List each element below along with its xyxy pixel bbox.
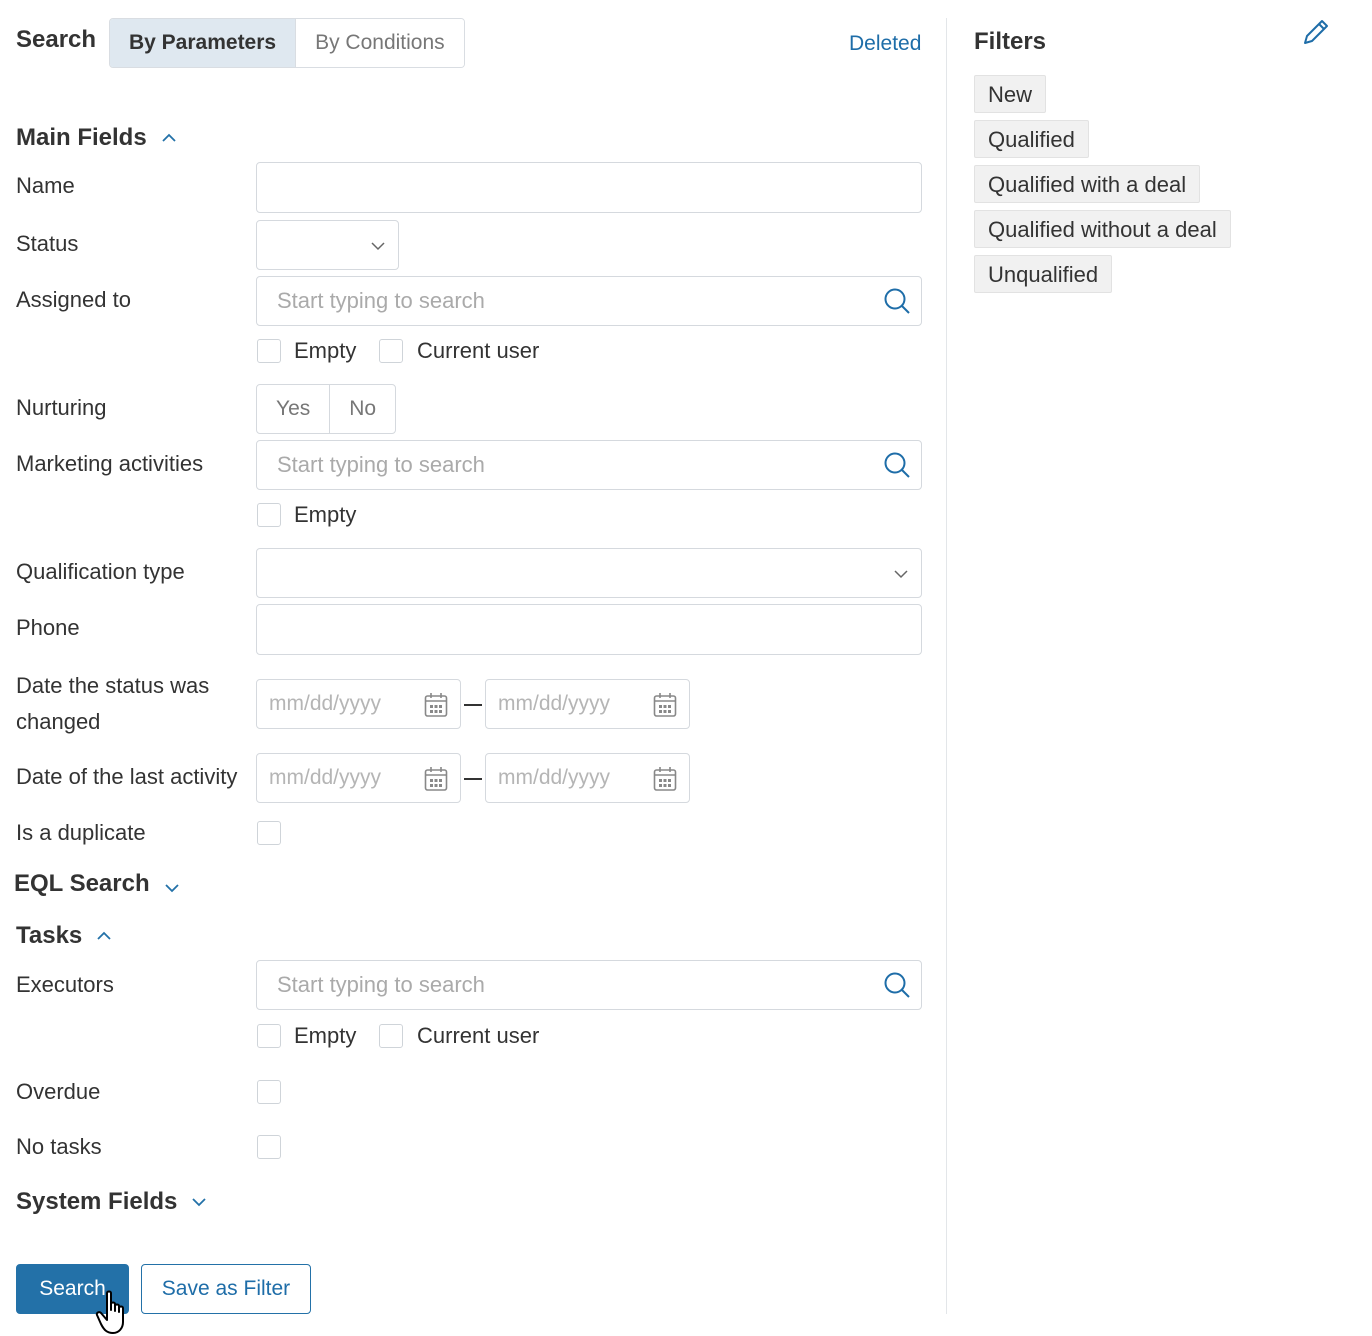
date-range-separator <box>464 778 482 780</box>
filter-tag[interactable]: Qualified without a deal <box>974 210 1231 248</box>
calendar-icon[interactable] <box>653 692 677 718</box>
marketing-activities-label: Marketing activities <box>16 451 204 476</box>
is-duplicate-checkbox[interactable] <box>257 821 281 845</box>
filter-tag[interactable]: Qualified <box>974 120 1089 158</box>
marketing-activities-empty-checkbox[interactable] <box>257 503 281 527</box>
date-placeholder: mm/dd/yyyy <box>498 692 611 715</box>
chevron-up-icon <box>97 931 111 940</box>
nurturing-no-option[interactable]: No <box>329 385 395 433</box>
executors-input[interactable]: Start typing to search <box>256 960 922 1010</box>
is-duplicate-label: Is a duplicate <box>16 820 146 845</box>
chevron-down-icon <box>192 1198 207 1207</box>
executors-current-user-label: Current user <box>417 1023 540 1048</box>
deleted-link[interactable]: Deleted <box>849 32 921 56</box>
nurturing-label: Nurturing <box>16 395 107 420</box>
section-main-fields[interactable]: Main Fields <box>16 124 177 152</box>
section-title: Main Fields <box>16 124 147 151</box>
date-status-changed-to[interactable]: mm/dd/yyyy <box>485 679 690 729</box>
chevron-down-icon <box>164 884 179 893</box>
pencil-icon[interactable] <box>1301 17 1331 47</box>
assigned-to-input[interactable]: Start typing to search <box>256 276 922 326</box>
assigned-to-empty-checkbox[interactable] <box>257 339 281 363</box>
overdue-checkbox[interactable] <box>257 1080 281 1104</box>
date-last-activity-to[interactable]: mm/dd/yyyy <box>485 753 690 803</box>
status-label: Status <box>16 231 79 256</box>
panel-divider <box>946 18 947 1314</box>
name-label: Name <box>16 173 75 198</box>
date-status-changed-label-line2: changed <box>16 709 101 734</box>
assigned-to-current-user-checkbox[interactable] <box>379 339 403 363</box>
assigned-to-label: Assigned to <box>16 287 131 312</box>
name-input[interactable] <box>256 162 922 213</box>
executors-current-user-checkbox[interactable] <box>379 1024 403 1048</box>
date-status-changed-from[interactable]: mm/dd/yyyy <box>256 679 461 729</box>
page-title: Search <box>16 26 97 53</box>
section-title: System Fields <box>16 1188 178 1215</box>
search-mode-tabs: By Parameters By Conditions <box>109 18 465 68</box>
tab-by-conditions[interactable]: By Conditions <box>296 19 464 67</box>
hand-cursor-icon <box>95 1290 124 1334</box>
date-last-activity-from[interactable]: mm/dd/yyyy <box>256 753 461 803</box>
phone-label: Phone <box>16 615 80 640</box>
overdue-label: Overdue <box>16 1079 101 1104</box>
date-placeholder: mm/dd/yyyy <box>269 766 382 789</box>
chevron-down-icon <box>371 242 385 251</box>
no-tasks-checkbox[interactable] <box>257 1135 281 1159</box>
date-status-changed-label-line1: Date the status was <box>16 673 210 698</box>
qualification-type-select[interactable] <box>256 548 922 598</box>
date-placeholder: mm/dd/yyyy <box>498 766 611 789</box>
search-icon[interactable] <box>883 287 911 315</box>
marketing-activities-empty-label: Empty <box>294 502 357 527</box>
executors-empty-label: Empty <box>294 1023 357 1048</box>
status-select[interactable] <box>256 220 399 270</box>
filter-tag[interactable]: New <box>974 75 1047 113</box>
filters-title: Filters <box>974 28 1047 55</box>
section-title: Tasks <box>16 922 83 949</box>
save-as-filter-button[interactable]: Save as Filter <box>141 1264 311 1314</box>
marketing-activities-placeholder: Start typing to search <box>277 452 485 477</box>
assigned-to-placeholder: Start typing to search <box>277 288 485 313</box>
nurturing-yes-option[interactable]: Yes <box>257 385 329 433</box>
search-icon[interactable] <box>883 971 911 999</box>
executors-empty-checkbox[interactable] <box>257 1024 281 1048</box>
date-range-separator <box>464 704 482 706</box>
section-eql-search[interactable]: EQL Search <box>14 870 180 898</box>
assigned-to-current-user-label: Current user <box>417 338 540 363</box>
section-system-fields[interactable]: System Fields <box>16 1188 207 1216</box>
calendar-icon[interactable] <box>653 766 677 792</box>
section-title: EQL Search <box>14 870 150 897</box>
calendar-icon[interactable] <box>424 766 448 792</box>
filter-tag[interactable]: Qualified with a deal <box>974 165 1201 203</box>
executors-label: Executors <box>16 972 114 997</box>
phone-input[interactable] <box>256 604 922 655</box>
tab-by-parameters[interactable]: By Parameters <box>110 19 297 67</box>
date-placeholder: mm/dd/yyyy <box>269 692 382 715</box>
marketing-activities-input[interactable]: Start typing to search <box>256 440 922 490</box>
section-tasks[interactable]: Tasks <box>16 922 112 950</box>
chevron-down-icon <box>894 570 908 579</box>
executors-placeholder: Start typing to search <box>277 972 485 997</box>
chevron-up-icon <box>162 133 176 142</box>
nurturing-toggle: Yes No <box>256 384 397 434</box>
no-tasks-label: No tasks <box>16 1134 102 1159</box>
calendar-icon[interactable] <box>424 692 448 718</box>
date-last-activity-label: Date of the last activity <box>16 764 238 789</box>
assigned-to-empty-label: Empty <box>294 338 357 363</box>
filter-tag[interactable]: Unqualified <box>974 255 1113 293</box>
date-status-changed-label: Date the status was changed <box>16 668 209 740</box>
qualification-type-label: Qualification type <box>16 559 185 584</box>
search-icon[interactable] <box>883 451 911 479</box>
